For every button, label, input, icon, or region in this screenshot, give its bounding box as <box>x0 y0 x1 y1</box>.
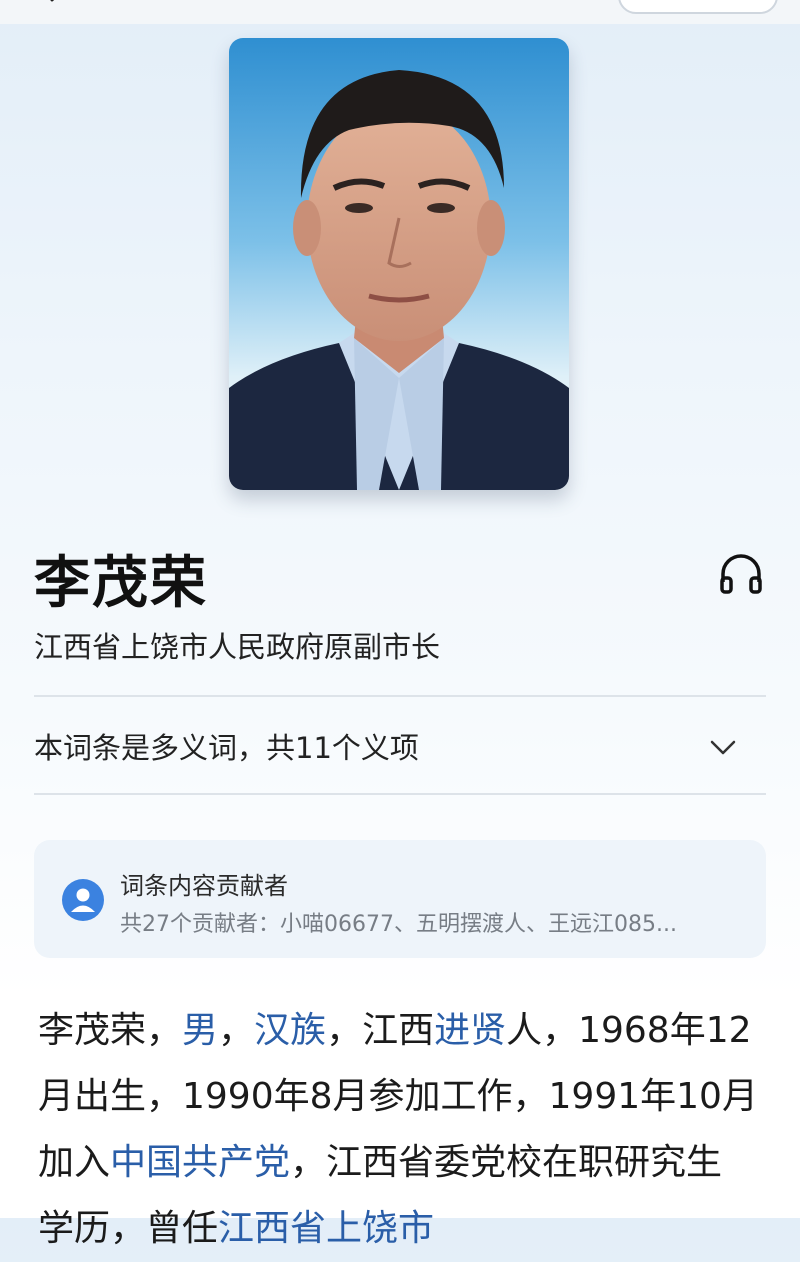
back-arrow-icon[interactable] <box>40 0 70 10</box>
polysemy-notice[interactable]: 本词条是多义词，共11个义项 <box>34 725 419 767</box>
article-text: 李茂荣， <box>38 1010 183 1051</box>
headphones-icon[interactable] <box>716 548 766 598</box>
contributors-title: 词条内容贡献者 <box>120 872 288 900</box>
toolbar-icon[interactable] <box>148 0 188 8</box>
user-avatar-icon <box>62 879 104 921</box>
person-name: 李茂荣 <box>34 551 208 616</box>
person-photo[interactable] <box>229 38 569 490</box>
article-text: ， <box>218 1010 255 1051</box>
top-action-button[interactable] <box>618 0 778 14</box>
link-hometown[interactable]: 进贤 <box>434 1010 506 1051</box>
article-text: ，江西 <box>326 1010 435 1051</box>
top-navigation-bar <box>0 0 800 24</box>
person-description: 江西省上饶市人民政府原副市长 <box>34 630 441 664</box>
link-city[interactable]: 江西省上饶市 <box>218 1208 434 1249</box>
divider <box>34 695 766 697</box>
article-paragraph: 李茂荣，男，汉族，江西进贤人，1968年12月出生，1990年8月参加工作，19… <box>38 998 758 1262</box>
link-ethnicity[interactable]: 汉族 <box>254 1010 326 1051</box>
link-party[interactable]: 中国共产党 <box>110 1142 290 1183</box>
contributors-card[interactable]: 词条内容贡献者 共27个贡献者：小喵06677、五明摆渡人、王远江085... <box>34 840 766 958</box>
contributors-summary: 共27个贡献者：小喵06677、五明摆渡人、王远江085... <box>120 912 677 937</box>
chevron-down-icon[interactable] <box>708 732 738 762</box>
article-body: 李茂荣，男，汉族，江西进贤人，1968年12月出生，1990年8月参加工作，19… <box>38 998 758 1262</box>
divider <box>34 793 766 795</box>
link-gender[interactable]: 男 <box>182 1010 218 1051</box>
